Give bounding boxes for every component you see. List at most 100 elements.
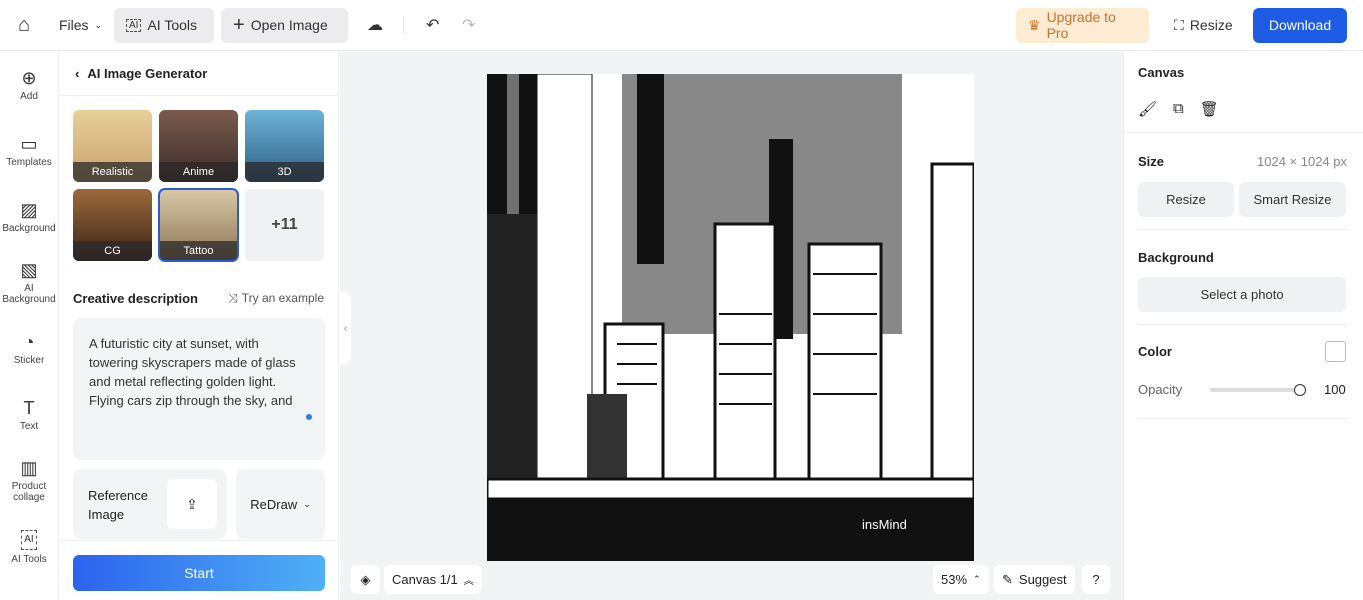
open-image-button[interactable]: + Open Image (221, 7, 348, 43)
divider (1138, 418, 1348, 419)
sidebar-item-product-collage[interactable]: ▥ Product collage (0, 448, 58, 514)
ai-tools-button[interactable]: AI AI Tools (114, 7, 214, 43)
opacity-value: 100 (1324, 382, 1346, 397)
sidebar-label: Product collage (11, 481, 47, 503)
resize-label: Resize (1166, 192, 1206, 207)
chevron-down-icon: ⌄ (94, 19, 103, 30)
ai-generator-panel: ‹ AI Image Generator Realistic Anime 3D C… (59, 52, 339, 600)
style-3d[interactable]: 3D (245, 110, 324, 182)
cloud-save-button[interactable]: ☁ (355, 8, 395, 43)
divider (1138, 324, 1348, 325)
ai-tools-label: AI Tools (147, 17, 197, 33)
redo-button[interactable]: ↷ (450, 8, 487, 43)
help-button[interactable]: ? (1082, 565, 1110, 594)
slider-handle[interactable] (1294, 384, 1306, 396)
background-label: Background (1138, 250, 1214, 265)
color-label: Color (1138, 344, 1172, 359)
crop-icon: ⛶ (1174, 16, 1184, 33)
watermark: insMind (862, 517, 907, 532)
more-styles-label: +11 (271, 216, 298, 233)
generated-image[interactable]: insMind (487, 74, 974, 561)
color-swatch[interactable] (1325, 341, 1346, 362)
panel-title: AI Image Generator (87, 66, 208, 81)
sidebar-item-ai-background[interactable]: ▧ AI Background (0, 250, 58, 316)
smart-resize-button[interactable]: Smart Resize (1239, 182, 1346, 217)
divider (1138, 229, 1348, 230)
style-tattoo[interactable]: Tattoo (158, 188, 239, 262)
sidebar-item-sticker[interactable]: ◔ Sticker (0, 316, 58, 382)
open-image-label: Open Image (250, 17, 328, 33)
style-anime[interactable]: Anime (159, 110, 238, 182)
select-photo-label: Select a photo (1200, 287, 1284, 302)
chevron-up-icon: ︽ (463, 576, 474, 587)
sidebar-label: Sticker (13, 354, 45, 366)
undo-icon: ↶ (426, 17, 440, 34)
sidebar-item-ai-tools[interactable]: AI AI Tools (0, 514, 58, 580)
zoom-selector[interactable]: 53% ⌃ (933, 565, 989, 594)
shuffle-icon: ⤨ (228, 291, 238, 305)
select-photo-button[interactable]: Select a photo (1138, 277, 1346, 312)
redraw-dropdown[interactable]: ReDraw ⌄ (236, 469, 325, 539)
suggest-label: Suggest (1018, 572, 1067, 587)
divider (1124, 132, 1363, 133)
background-icon: ▨ (20, 199, 38, 220)
page-selector[interactable]: Canvas 1/1 ︽ (384, 565, 482, 594)
plus-icon: + (233, 13, 245, 36)
style-label: 3D (245, 162, 324, 182)
ai-background-icon: ▧ (20, 260, 38, 280)
sidebar-item-text[interactable]: T Text (0, 382, 58, 448)
top-toolbar: ⌂ Files ⌄ AI AI Tools + Open Image ☁ ↶ ↷ ♛ U… (0, 0, 1363, 51)
sidebar-label: Templates (6, 156, 52, 168)
reference-image-box[interactable]: Reference Image ⇪ (73, 469, 227, 539)
canvas-title: Canvas (1138, 65, 1185, 80)
files-menu[interactable]: Files ⌄ (47, 8, 114, 43)
style-cg[interactable]: CG (73, 189, 152, 261)
redraw-label: ReDraw (250, 496, 298, 512)
size-value: 1024 × 1024 px (1257, 154, 1347, 169)
resize-canvas-button[interactable]: Resize (1138, 182, 1234, 217)
layers-button[interactable]: ◈ (351, 565, 380, 594)
opacity-slider[interactable] (1210, 384, 1306, 396)
collapse-panel-handle[interactable]: ‹ (340, 292, 351, 364)
sticker-icon: ◔ (23, 331, 35, 352)
description-textarea[interactable]: A futuristic city at sunset, with toweri… (73, 318, 325, 460)
resize-button[interactable]: ⛶ Resize (1162, 8, 1245, 43)
chevron-down-icon: ⌄ (303, 498, 311, 509)
sidebar-label: Add (20, 90, 38, 102)
style-label: Realistic (73, 162, 152, 182)
size-label: Size (1138, 154, 1165, 169)
suggest-icon: ✎ (1002, 571, 1013, 587)
start-button[interactable]: Start (73, 555, 325, 591)
suggest-button[interactable]: ✎ Suggest (994, 565, 1075, 594)
style-label: Tattoo (159, 241, 238, 261)
cloud-upload-icon: ⇪ (186, 495, 198, 512)
sidebar-item-templates[interactable]: ▭ Templates (0, 118, 58, 184)
sidebar-label: Background (2, 222, 56, 234)
home-button[interactable]: ⌂ (6, 8, 42, 43)
description-text: A futuristic city at sunset, with toweri… (89, 336, 296, 413)
paint-roller-icon[interactable]: 🖌 (1138, 100, 1157, 118)
sidebar-item-background[interactable]: ▨ Background (0, 184, 58, 250)
duplicate-icon[interactable]: ⧉ (1173, 100, 1184, 118)
style-realistic[interactable]: Realistic (73, 110, 152, 182)
sidebar-item-add[interactable]: ⊕ Add (0, 52, 58, 118)
trash-icon[interactable]: 🗑 (1200, 100, 1219, 118)
page-label: Canvas 1/1 (392, 572, 458, 587)
cloud-icon: ☁ (367, 17, 383, 34)
redo-icon: ↷ (462, 17, 476, 34)
upgrade-button[interactable]: ♛ Upgrade to Pro (1016, 7, 1149, 43)
upload-button[interactable]: ⇪ (167, 479, 217, 529)
download-label: Download (1268, 17, 1332, 33)
canvas-area: ‹ insMind ◈ Canvas 1/1 ︽ 53% ⌃ ✎ Suggest ? (340, 52, 1123, 600)
back-icon[interactable]: ‹ (75, 66, 79, 81)
download-button[interactable]: Download (1253, 7, 1347, 43)
undo-button[interactable]: ↶ (414, 8, 451, 43)
sidebar-label: AI Background (2, 283, 56, 305)
upgrade-label: Upgrade to Pro (1046, 9, 1116, 41)
more-styles-button[interactable]: +11 (245, 189, 324, 261)
smart-resize-label: Smart Resize (1253, 192, 1332, 207)
style-label: Anime (159, 162, 238, 182)
try-example-button[interactable]: ⤨ Try an example (228, 291, 324, 306)
crown-icon: ♛ (1028, 16, 1041, 33)
layers-icon: ◈ (360, 571, 371, 587)
